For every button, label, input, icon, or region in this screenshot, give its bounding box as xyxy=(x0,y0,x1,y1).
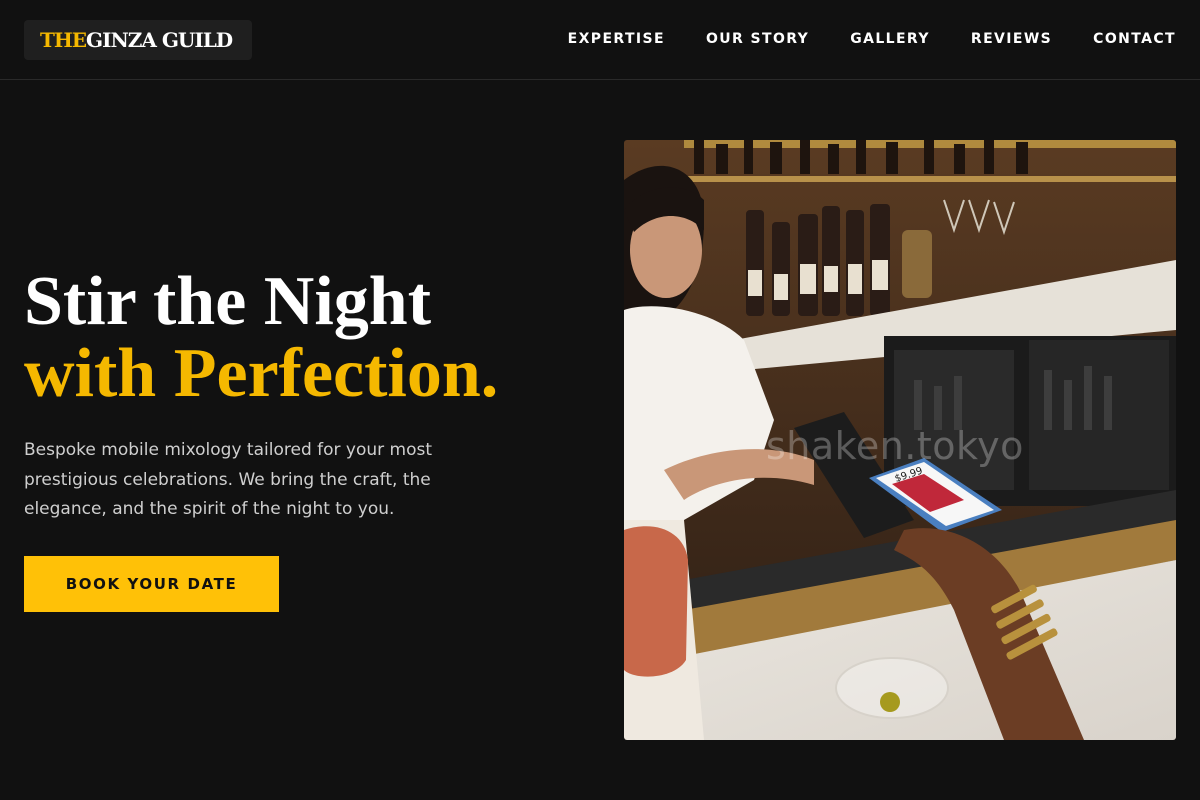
hero-title-line1: Stir the Night xyxy=(24,263,432,340)
nav-link-reviews[interactable]: REVIEWS xyxy=(971,29,1052,49)
brand-name: GINZA GUILD xyxy=(86,28,233,52)
book-your-date-button[interactable]: BOOK YOUR DATE xyxy=(24,556,279,612)
main-nav: EXPERTISE OUR STORY GALLERY REVIEWS CONT… xyxy=(568,29,1176,49)
brand-logo[interactable]: THE GINZA GUILD xyxy=(24,20,252,60)
nav-link-contact[interactable]: CONTACT xyxy=(1093,29,1176,49)
nav-link-gallery[interactable]: GALLERY xyxy=(850,29,930,49)
nav-link-expertise[interactable]: EXPERTISE xyxy=(568,29,665,49)
hero-title: Stir the Night with Perfection. xyxy=(24,266,498,410)
brand-prefix: THE xyxy=(40,28,87,52)
hero-title-line2: with Perfection. xyxy=(24,335,499,412)
nav-link-our-story[interactable]: OUR STORY xyxy=(706,29,809,49)
hero-photo: $9.99 shaken.tokyo xyxy=(624,140,1176,740)
photo-watermark: shaken.tokyo xyxy=(766,424,1024,468)
hero-description: Bespoke mobile mixology tailored for you… xyxy=(24,440,433,519)
site-header: THE GINZA GUILD EXPERTISE OUR STORY GALLE… xyxy=(0,0,1200,80)
